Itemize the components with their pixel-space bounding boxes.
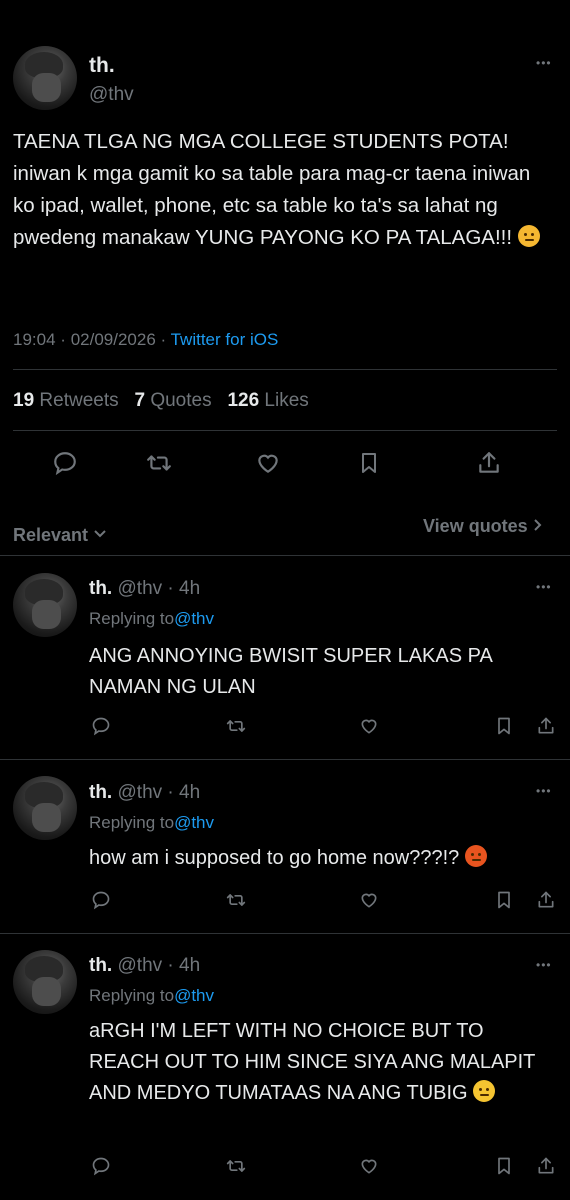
quotes-label: Quotes — [150, 390, 212, 411]
chevron-right-icon — [533, 516, 543, 537]
retweets-label: Retweets — [39, 390, 119, 411]
chevron-down-icon — [93, 523, 107, 544]
tweet-source-link[interactable]: Twitter for iOS — [171, 330, 279, 349]
divider — [0, 759, 570, 760]
bookmark-icon[interactable] — [357, 450, 381, 476]
likes-label: Likes — [264, 390, 309, 411]
timestamp[interactable]: · 4h — [167, 782, 200, 803]
reply-icon[interactable] — [91, 1156, 111, 1176]
more-options-icon[interactable]: ••• — [536, 56, 552, 70]
reply-header: th. @thv · 4h — [89, 782, 200, 804]
bookmark-icon[interactable] — [494, 1156, 514, 1176]
like-icon[interactable] — [358, 890, 380, 910]
display-name[interactable]: th. — [89, 782, 112, 803]
share-icon[interactable] — [476, 450, 502, 476]
handle[interactable]: @thv — [118, 782, 163, 803]
more-options-icon[interactable]: ••• — [536, 784, 552, 798]
retweet-icon[interactable] — [225, 1156, 247, 1176]
more-options-icon[interactable]: ••• — [536, 580, 552, 594]
confused-face-emoji — [473, 1080, 496, 1102]
retweet-icon[interactable] — [146, 450, 172, 476]
replying-to-handle[interactable]: @thv — [174, 813, 214, 832]
replying-to-handle[interactable]: @thv — [174, 986, 214, 1005]
retweet-icon[interactable] — [225, 890, 247, 910]
handle[interactable]: @thv — [89, 84, 134, 106]
share-icon[interactable] — [536, 716, 556, 736]
display-name[interactable]: th. — [89, 955, 112, 976]
replying-to: Replying to@thv — [89, 813, 214, 833]
tweet-stats: 19 Retweets 7 Quotes 126 Likes — [13, 390, 309, 412]
reply-header: th. @thv · 4h — [89, 578, 200, 600]
timestamp[interactable]: · 4h — [167, 955, 200, 976]
share-icon[interactable] — [536, 890, 556, 910]
avatar[interactable] — [13, 46, 77, 110]
bookmark-icon[interactable] — [494, 890, 514, 910]
reply-icon[interactable] — [91, 716, 111, 736]
tweet-body: TAENA TLGA NG MGA COLLEGE STUDENTS POTA!… — [13, 130, 531, 249]
handle[interactable]: @thv — [118, 955, 163, 976]
tired-face-emoji — [517, 225, 540, 247]
reply-header: th. @thv · 4h — [89, 955, 200, 977]
reply-body: how am i supposed to go home now???!? — [89, 847, 460, 869]
sort-label: Relevant — [13, 525, 89, 545]
quotes-stat[interactable]: 7 Quotes — [134, 390, 216, 411]
likes-count: 126 — [227, 390, 260, 411]
avatar[interactable] — [13, 573, 77, 637]
divider — [0, 933, 570, 934]
replying-to-label: Replying to — [89, 813, 175, 832]
tweet-date: 02/09/2026 — [70, 330, 156, 349]
replying-to: Replying to@thv — [89, 986, 214, 1006]
avatar[interactable] — [13, 776, 77, 840]
reply-text: how am i supposed to go home now???!? — [89, 843, 559, 874]
like-icon[interactable] — [358, 716, 380, 736]
share-icon[interactable] — [536, 1156, 556, 1176]
more-options-icon[interactable]: ••• — [536, 958, 552, 972]
replying-to-label: Replying to — [89, 609, 175, 628]
replying-to-handle[interactable]: @thv — [174, 609, 214, 628]
like-icon[interactable] — [254, 450, 282, 476]
retweet-icon[interactable] — [225, 716, 247, 736]
handle[interactable]: @thv — [118, 578, 163, 599]
tweet-text: TAENA TLGA NG MGA COLLEGE STUDENTS POTA!… — [13, 126, 553, 254]
timestamp[interactable]: · 4h — [167, 578, 200, 599]
replying-to-label: Replying to — [89, 986, 175, 1005]
meta-separator: · — [160, 330, 167, 349]
avatar[interactable] — [13, 950, 77, 1014]
replying-to: Replying to@thv — [89, 609, 214, 629]
reply-body: aRGH I'M LEFT WITH NO CHOICE BUT TO REAC… — [89, 1020, 536, 1104]
quotes-count: 7 — [134, 390, 146, 411]
tweet-time: 19:04 — [13, 330, 56, 349]
reply-text: aRGH I'M LEFT WITH NO CHOICE BUT TO REAC… — [89, 1016, 554, 1109]
display-name[interactable]: th. — [89, 54, 115, 78]
meta-separator: · — [60, 330, 66, 349]
reply-text: ANG ANNOYING BWISIT SUPER LAKAS PA NAMAN… — [89, 645, 492, 698]
divider — [13, 369, 557, 370]
sort-dropdown[interactable]: Relevant — [13, 523, 107, 546]
retweets-count: 19 — [13, 390, 35, 411]
display-name[interactable]: th. — [89, 578, 112, 599]
tweet-meta: 19:04 · 02/09/2026 · Twitter for iOS — [13, 330, 278, 350]
angry-face-emoji — [464, 845, 487, 867]
view-quotes-link[interactable]: View quotes — [423, 516, 543, 537]
view-quotes-label: View quotes — [423, 516, 528, 536]
divider — [13, 430, 557, 431]
retweets-stat[interactable]: 19 Retweets — [13, 390, 124, 411]
divider — [0, 555, 570, 556]
reply-icon[interactable] — [52, 450, 78, 476]
like-icon[interactable] — [358, 1156, 380, 1176]
reply-icon[interactable] — [91, 890, 111, 910]
bookmark-icon[interactable] — [494, 716, 514, 736]
likes-stat[interactable]: 126 Likes — [227, 390, 308, 411]
